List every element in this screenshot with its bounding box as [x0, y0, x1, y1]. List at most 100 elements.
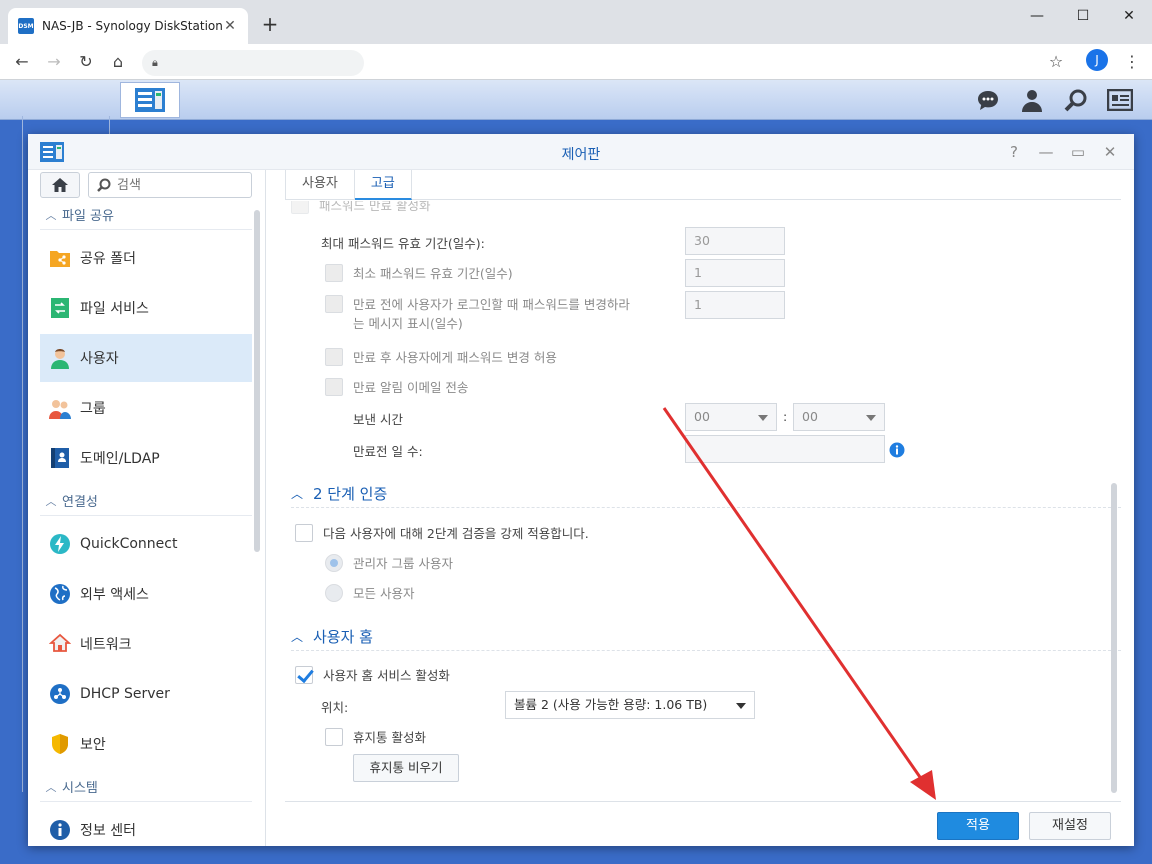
window-maximize-icon[interactable]: ▭ — [1068, 142, 1088, 162]
min-days-checkbox[interactable] — [325, 263, 343, 282]
section-system[interactable]: ︿ 시스템 — [40, 772, 252, 802]
apply-button[interactable]: 적용 — [937, 812, 1019, 840]
sidebar-item-info-center[interactable]: 정보 센터 — [40, 806, 252, 846]
email-notify-row: 만료 알림 이메일 전송 — [325, 377, 468, 396]
recycle-row: 휴지통 활성화 — [325, 727, 426, 746]
send-time-row: 보낸 시간 — [353, 409, 403, 428]
window-titlebar[interactable]: 제어판 ? — ▭ ✕ — [28, 134, 1134, 170]
password-expiry-checkbox[interactable] — [291, 201, 309, 214]
sidebar-item-quickconnect[interactable]: QuickConnect — [40, 520, 252, 568]
location-select[interactable]: 볼륨 2 (사용 가능한 용량: 1.06 TB) — [505, 691, 755, 719]
sidebar-search[interactable] — [88, 172, 252, 198]
tab-advanced[interactable]: 고급 — [354, 170, 412, 200]
back-icon[interactable]: ← — [8, 48, 36, 76]
all-users-radio[interactable] — [325, 583, 343, 602]
reset-button[interactable]: 재설정 — [1029, 812, 1111, 840]
sidebar-item-dhcp-server[interactable]: DHCP Server — [40, 670, 252, 718]
window-minimize-icon[interactable]: — — [1036, 142, 1056, 162]
dsm-taskbar — [0, 80, 1152, 792]
profile-avatar[interactable]: J — [1086, 49, 1108, 71]
user-home-section-header[interactable]: ︿ 사용자 홈 — [291, 623, 1121, 651]
browser-tab[interactable]: DSM NAS-JB - Synology DiskStation ✕ — [8, 8, 248, 44]
sidebar-item-file-services[interactable]: 파일 서비스 — [40, 284, 252, 332]
sidebar-item-domain-ldap[interactable]: 도메인/LDAP — [40, 434, 252, 482]
sidebar-item-network[interactable]: 네트워크 — [40, 620, 252, 668]
tab-bar: 사용자 고급 — [285, 170, 1121, 200]
search-icon[interactable] — [1056, 82, 1096, 118]
shield-icon — [48, 732, 72, 756]
email-notify-checkbox[interactable] — [325, 377, 343, 396]
password-expiry-row: 패스워드 만료 활성화 — [291, 201, 430, 214]
reload-icon[interactable]: ↻ — [72, 48, 100, 76]
footer-bar: 적용 재설정 — [285, 801, 1121, 846]
address-bar[interactable]: 🔒︎ — [142, 50, 364, 76]
allow-change-checkbox[interactable] — [325, 347, 343, 366]
minimize-icon[interactable]: — — [1014, 0, 1060, 32]
dhcp-icon — [48, 682, 72, 706]
max-days-row: 최대 패스워드 유효 기간(일수): — [321, 233, 485, 252]
chevron-down-icon — [758, 415, 768, 421]
chevron-up-icon: ︿ — [291, 487, 304, 501]
send-time-label: 보낸 시간 — [353, 412, 403, 427]
control-panel-window: 제어판 ? — ▭ ✕ ︿ 파일 공유 공유 폴더 파일 서비스 사용자 — [28, 134, 1134, 846]
browser-menu-icon[interactable]: ⋮ — [1118, 48, 1146, 76]
maximize-icon[interactable]: ☐ — [1060, 0, 1106, 32]
enable-user-home-checkbox[interactable] — [295, 665, 313, 684]
domain-ldap-icon — [48, 446, 72, 470]
sidebar-item-group[interactable]: 그룹 — [40, 384, 252, 432]
address-input[interactable] — [165, 56, 336, 70]
time-separator: : — [783, 409, 788, 424]
forward-icon[interactable]: → — [40, 48, 68, 76]
tab-close-icon[interactable]: ✕ — [222, 18, 238, 34]
admin-group-radio[interactable] — [325, 553, 343, 572]
radio-all-row: 모든 사용자 — [325, 583, 414, 602]
section-connectivity[interactable]: ︿ 연결성 — [40, 486, 252, 516]
bookmark-star-icon[interactable]: ☆ — [1042, 48, 1070, 76]
content-scrollbar[interactable] — [1111, 483, 1117, 793]
help-icon[interactable]: ? — [1004, 142, 1024, 162]
sidebar-item-user[interactable]: 사용자 — [40, 334, 252, 382]
sidebar-item-shared-folder[interactable]: 공유 폴더 — [40, 234, 252, 282]
send-hour-select[interactable]: 00 — [685, 403, 777, 431]
two-step-section-header[interactable]: ︿ 2 단계 인증 — [291, 480, 1121, 508]
allow-change-row: 만료 후 사용자에게 패스워드 변경 허용 — [325, 347, 557, 366]
advanced-settings-content: 패스워드 만료 활성화 최대 패스워드 유효 기간(일수): 30 최소 패스워… — [285, 201, 1121, 801]
search-input[interactable] — [117, 177, 247, 193]
prompt-change-label-2: 는 메시지 표시(일수) — [353, 316, 463, 331]
home-button[interactable] — [40, 172, 80, 198]
enforce-2fa-checkbox[interactable] — [295, 523, 313, 542]
tab-user[interactable]: 사용자 — [285, 170, 355, 200]
days-before-field[interactable] — [685, 435, 885, 463]
sidebar-item-external-access[interactable]: 외부 액세스 — [40, 570, 252, 618]
user-icon — [48, 346, 72, 370]
chevron-down-icon — [866, 415, 876, 421]
empty-recycle-button[interactable]: 휴지통 비우기 — [353, 754, 459, 782]
info-icon[interactable] — [889, 442, 905, 462]
max-days-field[interactable]: 30 — [685, 227, 785, 255]
home-icon[interactable]: ⌂ — [104, 48, 132, 76]
prompt-change-checkbox[interactable] — [325, 295, 343, 313]
max-days-label: 최대 패스워드 유효 기간(일수): — [321, 236, 485, 251]
user-icon[interactable] — [1012, 82, 1052, 118]
prompt-days-field[interactable]: 1 — [685, 291, 785, 319]
sidebar-scrollbar[interactable] — [254, 210, 260, 552]
new-tab-button[interactable]: + — [258, 12, 282, 36]
chat-icon[interactable] — [968, 82, 1008, 118]
widgets-icon[interactable] — [1100, 82, 1140, 118]
sidebar: ︿ 파일 공유 공유 폴더 파일 서비스 사용자 그룹 도메인/LDAP ︿ 연… — [28, 170, 266, 846]
min-days-field[interactable]: 1 — [685, 259, 785, 287]
section-file-sharing[interactable]: ︿ 파일 공유 — [40, 200, 252, 230]
browser-tabbar: DSM NAS-JB - Synology DiskStation ✕ + — … — [0, 0, 1152, 44]
enable-recycle-checkbox[interactable] — [325, 727, 343, 746]
control-panel-taskbar-button[interactable] — [120, 82, 180, 118]
chevron-up-icon: ︿ — [45, 208, 57, 222]
chevron-down-icon — [736, 703, 746, 709]
enable-user-home-row: 사용자 홈 서비스 활성화 — [295, 665, 450, 684]
shared-folder-icon — [48, 246, 72, 270]
location-label: 위치: — [321, 700, 349, 715]
close-window-icon[interactable]: ✕ — [1106, 0, 1152, 32]
send-minute-select[interactable]: 00 — [793, 403, 885, 431]
main-panel: 사용자 고급 패스워드 만료 활성화 최대 패스워드 유효 기간(일수): 30… — [267, 170, 1134, 846]
window-close-icon[interactable]: ✕ — [1100, 142, 1120, 162]
sidebar-item-security[interactable]: 보안 — [40, 720, 252, 768]
